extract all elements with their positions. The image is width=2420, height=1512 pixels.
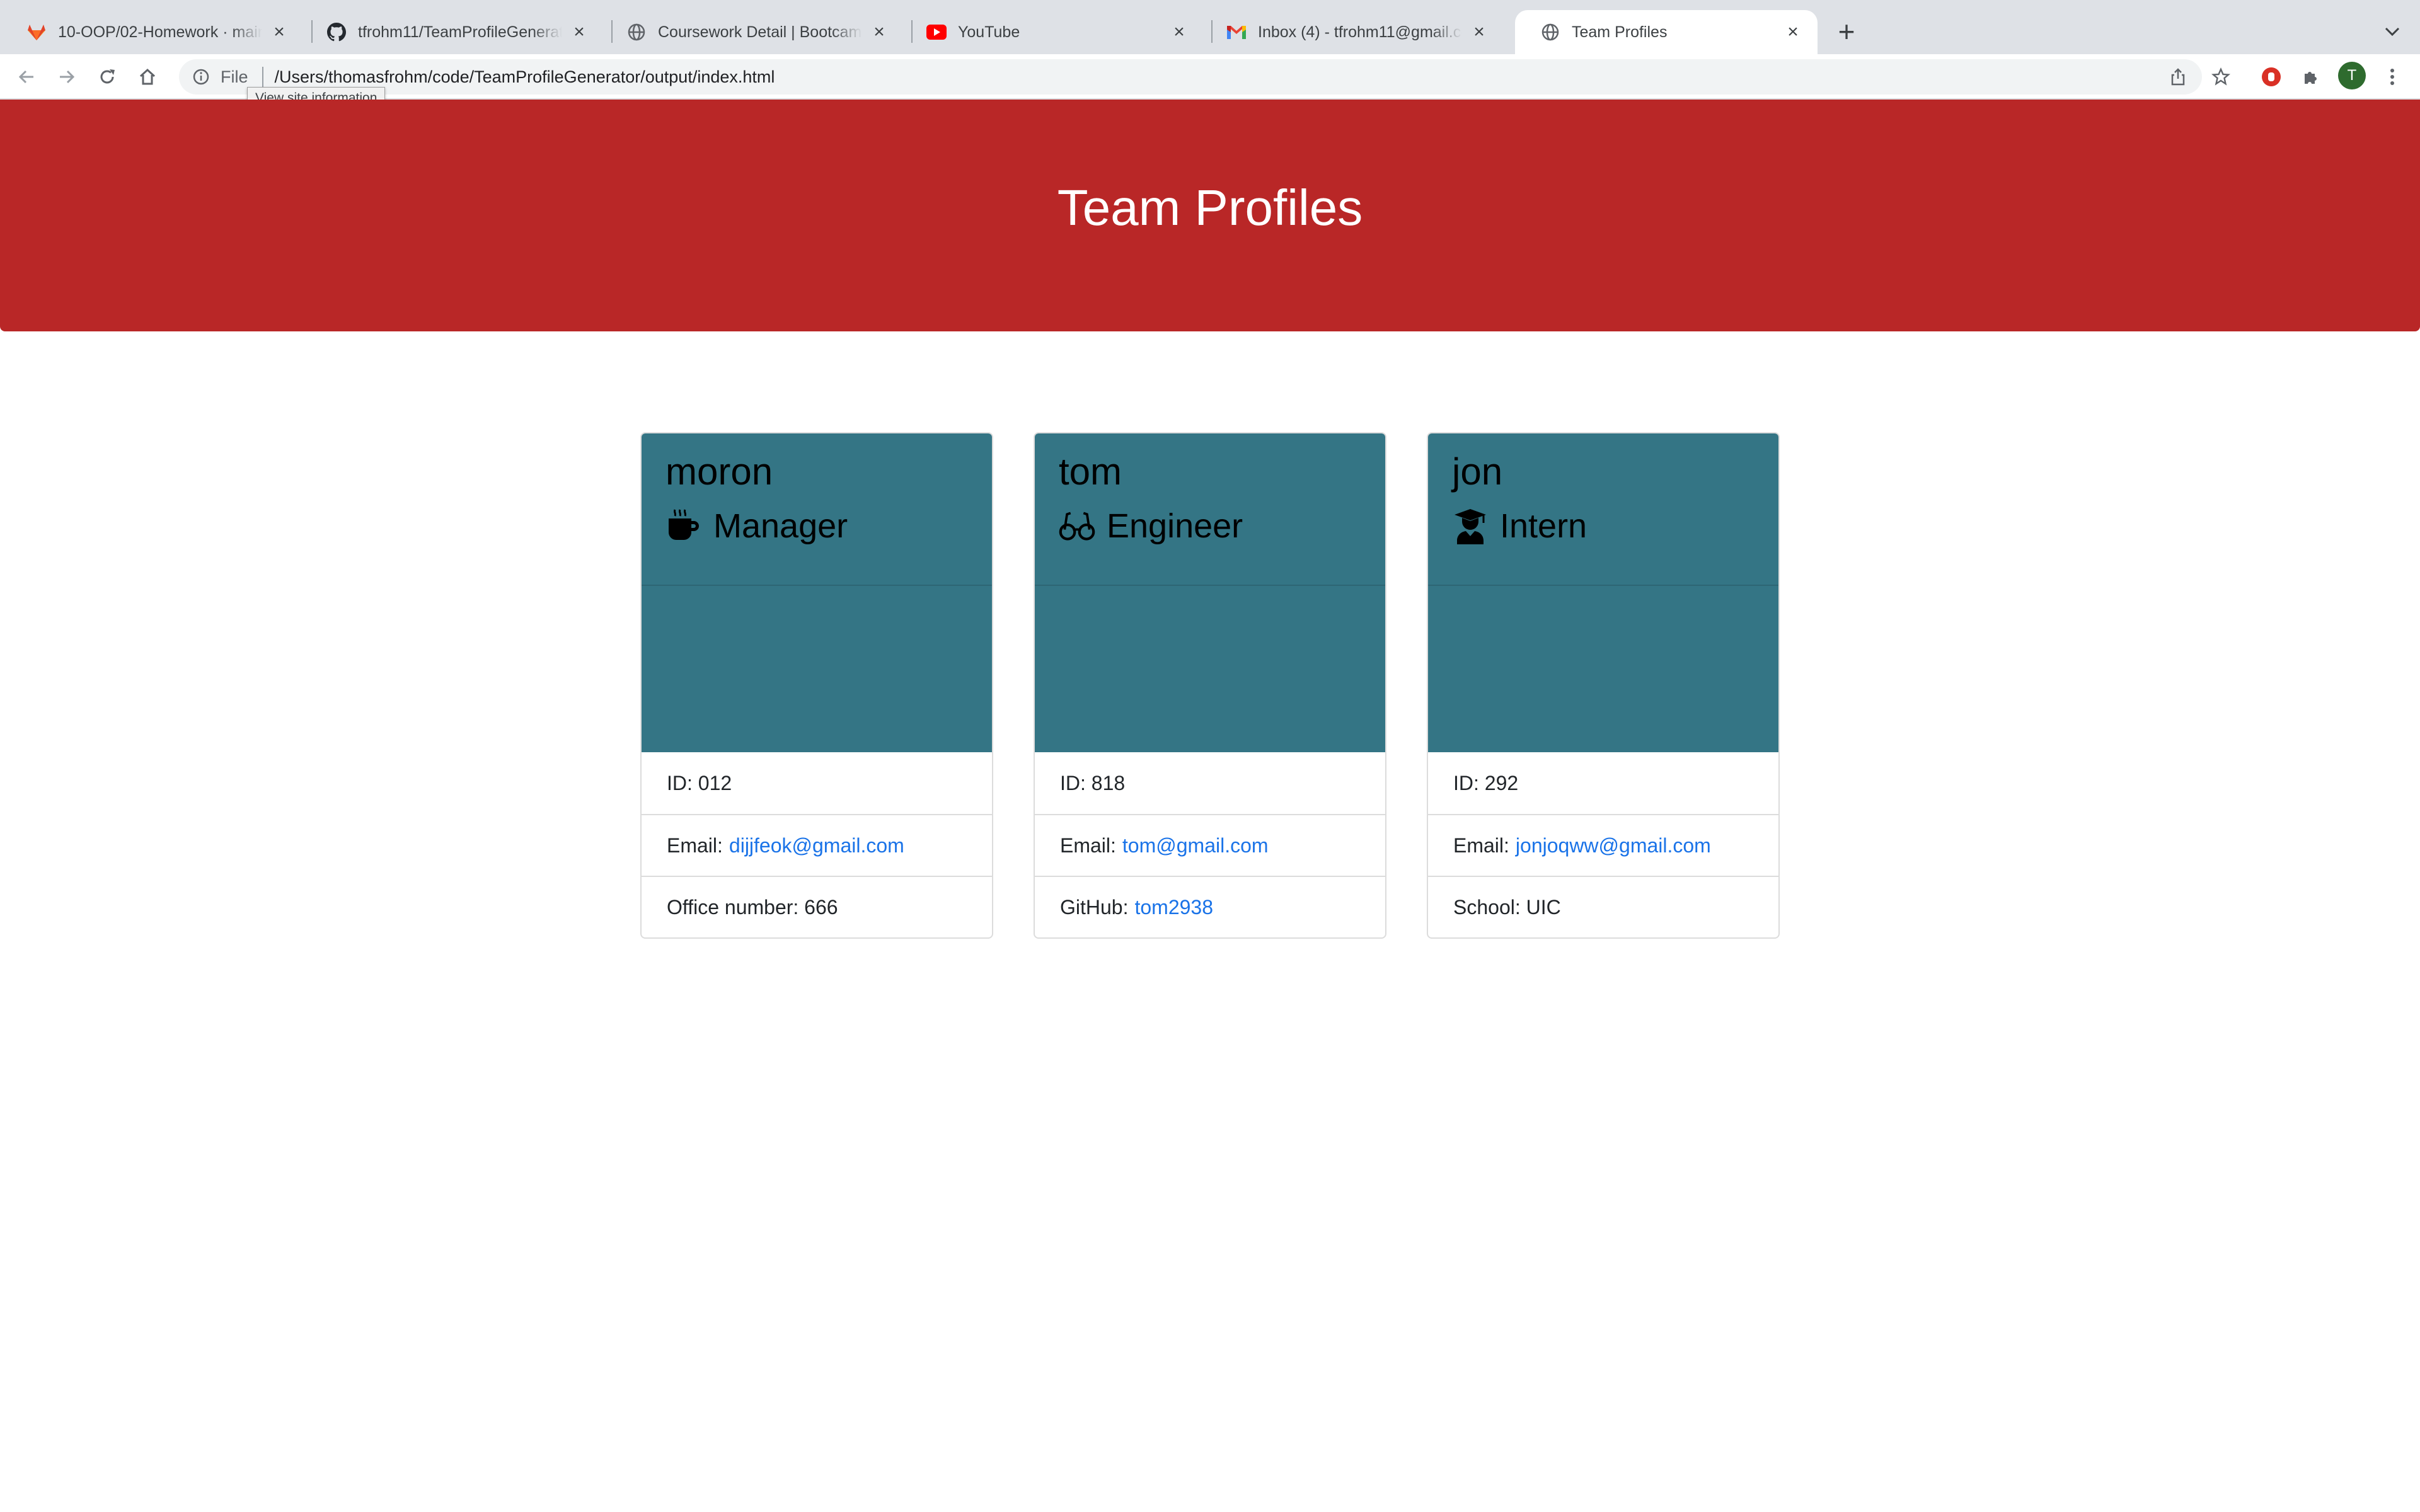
tab-search-chevron-icon[interactable] <box>2376 15 2409 48</box>
card-body <box>1035 587 1385 752</box>
omnibox-divider <box>262 67 263 87</box>
role-label: Engineer <box>1107 507 1243 545</box>
home-icon[interactable] <box>131 60 164 93</box>
tab-gmail[interactable]: Inbox (4) - tfrohm11@gmail.com × <box>1201 10 1504 54</box>
globe-icon <box>1540 22 1560 42</box>
email-label: Email: <box>667 833 723 857</box>
url-text[interactable]: /Users/thomasfrohm/code/TeamProfileGener… <box>275 67 775 87</box>
employee-name: moron <box>666 450 773 493</box>
tab-title: 10-OOP/02-Homework · main · <box>58 23 262 41</box>
close-icon[interactable]: × <box>1468 21 1490 43</box>
list-item-id: ID: 818 <box>1035 752 1385 814</box>
header-divider <box>1428 585 1778 586</box>
tab-github-repo[interactable]: tfrohm11/TeamProfileGenerator × <box>301 10 604 54</box>
id-text: ID: 818 <box>1060 771 1126 794</box>
employee-details: ID: 012 Email: dijjfeok@gmail.com Office… <box>642 752 992 937</box>
employee-name: jon <box>1452 450 1503 493</box>
tab-title: Inbox (4) - tfrohm11@gmail.com <box>1258 23 1462 41</box>
email-label: Email: <box>1453 833 1509 857</box>
employee-card-manager: moron Manager ID: 012 Email: dijjfeok@gm… <box>640 432 993 939</box>
gmail-icon <box>1226 22 1247 42</box>
role-label: Manager <box>713 507 848 545</box>
page-header-banner: Team Profiles <box>0 100 2420 331</box>
card-header: jon Intern <box>1428 433 1778 587</box>
extension-hand-icon[interactable] <box>2256 62 2286 92</box>
tab-gitlab-homework[interactable]: 10-OOP/02-Homework · main · × <box>1 10 304 54</box>
card-body <box>642 587 992 752</box>
role-label: Intern <box>1500 507 1587 545</box>
office-number-text: Office number: 666 <box>667 895 838 919</box>
card-header: moron Manager <box>642 433 992 587</box>
tab-title: YouTube <box>958 23 1020 41</box>
tab-coursework[interactable]: Coursework Detail | Bootcamp × <box>601 10 904 54</box>
email-link[interactable]: dijjfeok@gmail.com <box>729 834 904 857</box>
list-item-office-number: Office number: 666 <box>642 876 992 937</box>
list-item-school: School: UIC <box>1428 876 1778 937</box>
coffee-mug-icon <box>666 507 702 545</box>
id-text: ID: 012 <box>667 771 732 794</box>
graduate-icon <box>1452 507 1489 545</box>
forward-arrow-icon[interactable] <box>50 60 83 93</box>
list-item-email: Email: tom@gmail.com <box>1035 814 1385 876</box>
email-label: Email: <box>1060 833 1116 857</box>
extensions-puzzle-icon[interactable] <box>2295 62 2325 92</box>
address-bar[interactable]: File /Users/thomasfrohm/code/TeamProfile… <box>179 59 2202 94</box>
gitlab-icon <box>26 22 47 42</box>
tab-title: Coursework Detail | Bootcamp <box>658 23 862 41</box>
employee-card-intern: jon Intern ID: 292 Email: jonjoqww@gmail… <box>1427 432 1780 939</box>
list-item-id: ID: 012 <box>642 752 992 814</box>
employee-role: Manager <box>666 507 848 546</box>
back-arrow-icon[interactable] <box>10 60 43 93</box>
share-icon[interactable] <box>2162 59 2194 94</box>
list-item-id: ID: 292 <box>1428 752 1778 814</box>
info-icon[interactable] <box>190 66 212 88</box>
employee-details: ID: 292 Email: jonjoqww@gmail.com School… <box>1428 752 1778 937</box>
list-item-email: Email: jonjoqww@gmail.com <box>1428 814 1778 876</box>
employee-role: Intern <box>1452 507 1587 546</box>
github-label: GitHub: <box>1060 895 1129 919</box>
tab-youtube[interactable]: YouTube × <box>901 10 1204 54</box>
header-divider <box>642 585 992 586</box>
new-tab-button[interactable]: + <box>1830 15 1863 48</box>
bookmark-star-icon[interactable] <box>2206 62 2236 92</box>
reload-icon[interactable] <box>91 60 124 93</box>
menu-kebab-icon[interactable] <box>2377 62 2407 92</box>
header-divider <box>1035 585 1385 586</box>
employee-role: Engineer <box>1059 507 1243 546</box>
close-icon[interactable]: × <box>868 21 890 43</box>
youtube-icon <box>926 22 947 42</box>
id-text: ID: 292 <box>1453 771 1519 794</box>
globe-icon <box>626 22 647 42</box>
close-icon[interactable]: × <box>268 21 290 43</box>
card-header: tom Engineer <box>1035 433 1385 587</box>
list-item-email: Email: dijjfeok@gmail.com <box>642 814 992 876</box>
email-link[interactable]: jonjoqww@gmail.com <box>1516 834 1711 857</box>
close-icon[interactable]: × <box>1782 21 1804 43</box>
glasses-icon <box>1059 507 1095 545</box>
page-title: Team Profiles <box>1057 180 1363 236</box>
employee-details: ID: 818 Email: tom@gmail.com GitHub: tom… <box>1035 752 1385 937</box>
list-item-github: GitHub: tom2938 <box>1035 876 1385 937</box>
email-link[interactable]: tom@gmail.com <box>1122 834 1269 857</box>
profile-avatar[interactable]: T <box>2338 62 2366 89</box>
github-link[interactable]: tom2938 <box>1134 896 1213 919</box>
tab-title: tfrohm11/TeamProfileGenerator <box>358 23 562 41</box>
tab-team-profiles[interactable]: Team Profiles × <box>1515 10 1818 54</box>
school-text: School: UIC <box>1453 895 1561 919</box>
tab-title: Team Profiles <box>1572 23 1668 41</box>
close-icon[interactable]: × <box>1168 21 1190 43</box>
employee-name: tom <box>1059 450 1122 493</box>
tab-strip: 10-OOP/02-Homework · main · × tfrohm11/T… <box>0 0 2420 54</box>
employee-cards: moron Manager ID: 012 Email: dijjfeok@gm… <box>640 432 1780 939</box>
close-icon[interactable]: × <box>568 21 590 43</box>
url-scheme: File <box>221 67 248 86</box>
github-icon <box>326 22 347 42</box>
employee-card-engineer: tom Engineer ID: 818 Email: tom@gmail.co… <box>1034 432 1386 939</box>
card-body <box>1428 587 1778 752</box>
